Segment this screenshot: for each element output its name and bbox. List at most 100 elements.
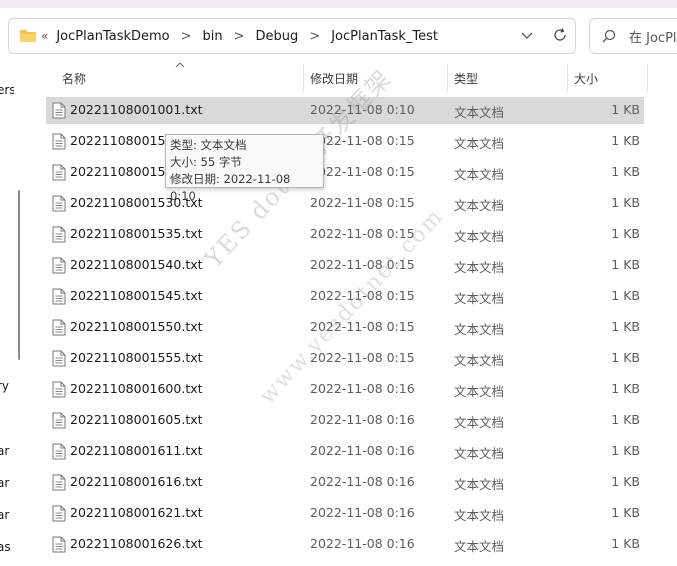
column-size[interactable]: 大小 [574, 70, 598, 87]
column-type[interactable]: 类型 [454, 70, 478, 87]
file-size: 1 KB [611, 257, 640, 272]
file-name[interactable]: 20221108001535.txt [70, 226, 203, 241]
column-name[interactable]: 名称 [62, 70, 86, 87]
crumb-separator[interactable]: > [309, 29, 320, 44]
address-bar[interactable]: « JocPlanTaskDemo > bin > Debug > JocPla… [8, 18, 576, 54]
file-name[interactable]: 20221108001550.txt [70, 319, 203, 334]
text-file-icon [52, 257, 66, 274]
file-row[interactable]: 20221108001600.txt 2022-11-08 0:16 文本文档 1 K… [46, 376, 644, 403]
text-file-icon [52, 536, 66, 553]
file-row[interactable]: 20221108001540.txt 2022-11-08 0:15 文本文档 1 K… [46, 252, 644, 279]
file-name[interactable]: 20221108001621.txt [70, 505, 203, 520]
text-file-icon [52, 226, 66, 243]
search-placeholder[interactable]: 在 JocPlan [629, 27, 677, 46]
text-file-icon [52, 102, 66, 119]
crumb-bin[interactable]: bin [203, 29, 223, 44]
file-name[interactable]: 20221108001555.txt [70, 350, 203, 365]
file-name[interactable]: 20221108001626.txt [70, 536, 203, 551]
nav-item-fragment[interactable]: ar [0, 444, 9, 458]
file-type: 文本文档 [454, 167, 505, 182]
file-row[interactable]: 20221108001530.txt 2022-11-08 0:15 文本文档 1 K… [46, 190, 644, 217]
column-divider[interactable] [303, 64, 304, 92]
file-type: 文本文档 [454, 353, 505, 368]
file-type: 文本文档 [454, 415, 505, 430]
file-date: 2022-11-08 0:15 [310, 195, 415, 210]
file-row[interactable]: 20221108001525.txt 2022-11-08 0:15 文本文档 1 K… [46, 159, 644, 186]
crumb-jocplantaskdemo[interactable]: JocPlanTaskDemo [56, 29, 169, 44]
nav-item-fragment[interactable]: ar [0, 508, 9, 522]
file-date: 2022-11-08 0:15 [310, 164, 415, 179]
file-name[interactable]: 20221108001540.txt [70, 257, 203, 272]
title-strip [0, 0, 677, 8]
file-size: 1 KB [611, 102, 640, 117]
file-date: 2022-11-08 0:16 [310, 536, 415, 551]
file-row[interactable]: 20221108001626.txt 2022-11-08 0:16 文本文档 1 K… [46, 531, 644, 558]
file-name[interactable]: 20221108001611.txt [70, 443, 203, 458]
tooltip-type: 类型: 文本文档 [170, 138, 247, 152]
file-name[interactable]: 20221108001545.txt [70, 288, 203, 303]
file-name[interactable]: 20221108001605.txt [70, 412, 203, 427]
column-divider[interactable] [447, 64, 448, 92]
text-file-icon [52, 381, 66, 398]
text-file-icon [52, 474, 66, 491]
file-size: 1 KB [611, 288, 640, 303]
column-divider[interactable] [567, 64, 568, 92]
file-row[interactable]: 20221108001555.txt 2022-11-08 0:15 文本文档 1 K… [46, 345, 644, 372]
folder-icon [20, 30, 36, 42]
nav-item-fragment[interactable]: ry [0, 379, 9, 393]
file-row[interactable]: 20221108001621.txt 2022-11-08 0:16 文本文档 1 K… [46, 500, 644, 527]
file-type: 文本文档 [454, 198, 505, 213]
file-size: 1 KB [611, 505, 640, 520]
file-name[interactable]: 20221108001600.txt [70, 381, 203, 396]
file-date: 2022-11-08 0:16 [310, 412, 415, 427]
crumb-debug[interactable]: Debug [256, 29, 299, 44]
file-type: 文本文档 [454, 136, 505, 151]
file-type: 文本文档 [454, 477, 505, 492]
file-type: 文本文档 [454, 446, 505, 461]
text-file-icon [52, 505, 66, 522]
text-file-icon [52, 443, 66, 460]
breadcrumb: « JocPlanTaskDemo > bin > Debug > JocPla… [41, 19, 438, 53]
crumb-separator[interactable]: > [181, 29, 192, 44]
file-row[interactable]: 20221108001605.txt 2022-11-08 0:16 文本文档 1 K… [46, 407, 644, 434]
crumb-separator[interactable]: > [234, 29, 245, 44]
chevron-down-icon[interactable] [519, 27, 535, 43]
file-size: 1 KB [611, 443, 640, 458]
file-type: 文本文档 [454, 508, 505, 523]
refresh-icon[interactable] [552, 27, 568, 43]
text-file-icon [52, 195, 66, 212]
nav-item-fragment[interactable]: ers [0, 83, 14, 97]
file-size: 1 KB [611, 164, 640, 179]
search-box[interactable]: 在 JocPlan [589, 18, 677, 54]
text-file-icon [52, 133, 66, 150]
breadcrumb-overflow[interactable]: « [41, 29, 48, 43]
file-size: 1 KB [611, 319, 640, 334]
nav-scrollbar[interactable] [18, 190, 20, 360]
nav-item-fragment[interactable]: as [0, 540, 11, 554]
nav-item-fragment[interactable]: ar [0, 476, 9, 490]
column-divider[interactable] [647, 64, 648, 92]
tooltip-date: 修改日期: 2022-11-08 0:10 [170, 172, 291, 203]
file-name[interactable]: 20221108001001.txt [70, 102, 203, 117]
file-size: 1 KB [611, 226, 640, 241]
text-file-icon [52, 350, 66, 367]
file-date: 2022-11-08 0:16 [310, 443, 415, 458]
file-row[interactable]: 20221108001611.txt 2022-11-08 0:16 文本文档 1 K… [46, 438, 644, 465]
file-name[interactable]: 20221108001616.txt [70, 474, 203, 489]
file-size: 1 KB [611, 195, 640, 210]
file-size: 1 KB [611, 350, 640, 365]
file-date: 2022-11-08 0:16 [310, 474, 415, 489]
navigation-pane[interactable]: ers ry ar ar ar as [0, 60, 14, 566]
file-size: 1 KB [611, 474, 640, 489]
text-file-icon [52, 164, 66, 181]
file-size: 1 KB [611, 412, 640, 427]
file-type: 文本文档 [454, 291, 505, 306]
file-row[interactable]: 20221108001535.txt 2022-11-08 0:15 文本文档 1 K… [46, 221, 644, 248]
file-date: 2022-11-08 0:16 [310, 505, 415, 520]
file-row[interactable]: 20221108001616.txt 2022-11-08 0:16 文本文档 1 K… [46, 469, 644, 496]
file-size: 1 KB [611, 133, 640, 148]
file-date: 2022-11-08 0:16 [310, 381, 415, 396]
crumb-jocplantask-test[interactable]: JocPlanTask_Test [331, 29, 438, 44]
file-tooltip: 类型: 文本文档 大小: 55 字节 修改日期: 2022-11-08 0:10 [165, 134, 324, 203]
search-icon [602, 29, 616, 43]
